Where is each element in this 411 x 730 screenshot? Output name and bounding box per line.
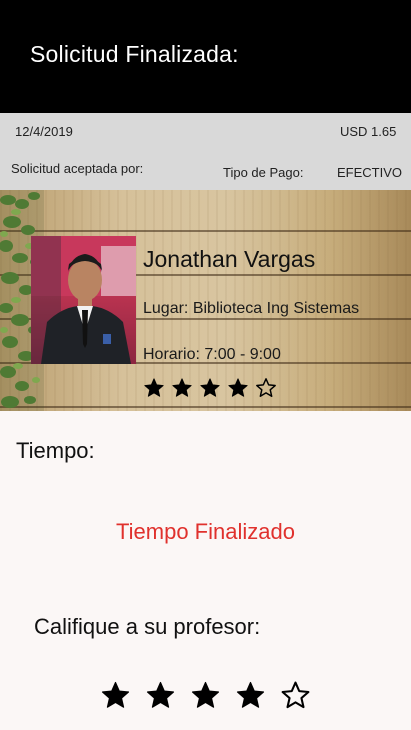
- payment-type-label: Tipo de Pago:: [223, 165, 304, 180]
- star-filled-icon[interactable]: [145, 680, 176, 711]
- request-date: 12/4/2019: [15, 124, 73, 139]
- star-empty-icon: [256, 378, 276, 397]
- accepted-by-label: Solicitud aceptada por:: [11, 161, 144, 176]
- rate-teacher-stars: [100, 680, 311, 711]
- time-label: Tiempo:: [16, 438, 95, 463]
- teacher-rating: [143, 377, 277, 401]
- star-filled-icon: [200, 378, 220, 397]
- time-status: Tiempo Finalizado: [116, 519, 295, 544]
- teacher-card: Jonathan Vargas Lugar: Biblioteca Ing Si…: [0, 190, 411, 411]
- star-filled-icon[interactable]: [100, 680, 131, 711]
- teacher-avatar: [31, 236, 136, 364]
- page-title: Solicitud Finalizada:: [30, 41, 239, 67]
- star-filled-icon: [172, 378, 192, 397]
- teacher-schedule: Horario: 7:00 - 9:00: [143, 346, 281, 363]
- app-header: Solicitud Finalizada:: [0, 0, 411, 113]
- rate-teacher-label: Califique a su profesor:: [34, 614, 261, 639]
- star-filled-icon: [228, 378, 248, 397]
- teacher-place: Lugar: Biblioteca Ing Sistemas: [143, 300, 360, 317]
- payment-type-value: EFECTIVO: [337, 165, 403, 180]
- star-filled-icon: [144, 378, 164, 397]
- request-info-bar: 12/4/2019 USD 1.65 Solicitud aceptada po…: [0, 113, 411, 190]
- request-price: USD 1.65: [340, 124, 397, 139]
- teacher-name: Jonathan Vargas: [143, 246, 316, 272]
- star-filled-icon[interactable]: [235, 680, 266, 711]
- star-filled-icon[interactable]: [190, 680, 221, 711]
- star-empty-icon[interactable]: [280, 680, 311, 711]
